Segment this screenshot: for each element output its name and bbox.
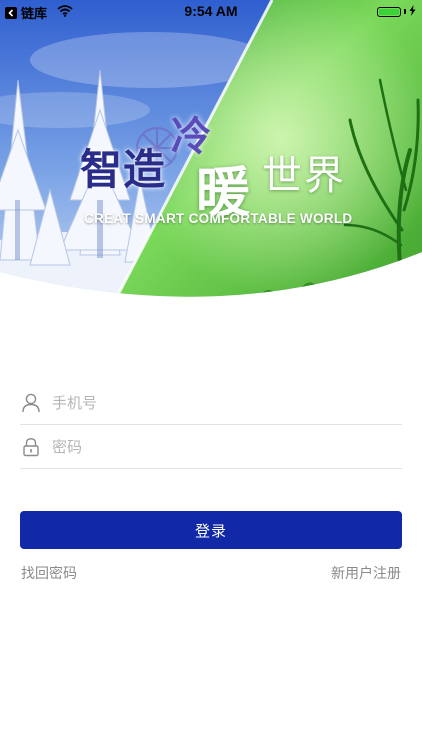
register-link[interactable]: 新用户注册 — [331, 563, 401, 583]
login-page: 智造 冷 暖 世界 CREAT SMART COMFORTABLE WORLD … — [0, 0, 422, 750]
password-input[interactable] — [50, 430, 402, 463]
banner-artwork — [0, 0, 422, 297]
phone-field — [20, 381, 402, 425]
battery-tip — [404, 9, 406, 14]
password-field — [20, 425, 402, 469]
charging-bolt-icon — [409, 4, 416, 19]
login-button[interactable]: 登录 — [20, 511, 402, 549]
status-time: 9:54 AM — [184, 3, 238, 19]
status-bar-right — [377, 4, 416, 19]
battery-icon — [377, 6, 401, 17]
user-icon — [20, 392, 42, 414]
phone-input[interactable] — [50, 386, 402, 419]
status-bar: 链库 9:54 AM — [0, 0, 422, 22]
lock-icon — [20, 436, 42, 458]
forgot-password-link[interactable]: 找回密码 — [21, 563, 77, 583]
banner: 智造 冷 暖 世界 CREAT SMART COMFORTABLE WORLD — [0, 0, 422, 310]
